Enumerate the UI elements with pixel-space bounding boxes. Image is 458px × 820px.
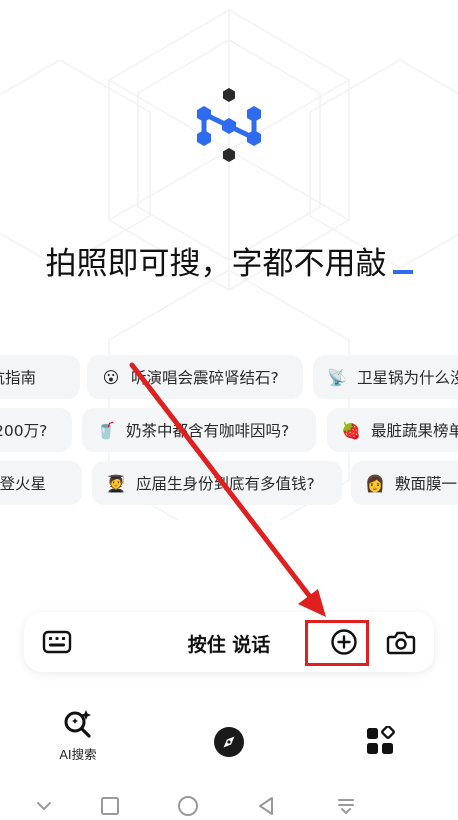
voice-input-bar: 按住 说话 — [24, 612, 434, 672]
recents-icon[interactable] — [98, 794, 122, 818]
chip-label: 避坑指南 — [0, 369, 37, 387]
bubble-tea-icon: 🥤 — [96, 420, 116, 440]
suggestion-row-3: 前登火星 🧑‍🎓 应届生身份到底有多值钱? 👩 敷面膜一 — [0, 461, 458, 505]
apps-grid-icon — [367, 726, 395, 754]
bottom-nav: AI搜索 — [0, 708, 458, 778]
suggestion-chip[interactable]: 🧑‍🎓 应届生身份到底有多值钱? — [92, 461, 342, 505]
back-icon[interactable] — [254, 794, 278, 818]
headline: 拍照即可搜，字都不用敲 — [0, 238, 458, 283]
shocked-face-icon: 😮 — [102, 367, 120, 387]
chip-label: 敷面膜一 — [395, 475, 458, 493]
suggestion-chip[interactable]: 😮 听演唱会震碎肾结石? — [87, 355, 303, 399]
chip-label: 前登火星 — [0, 475, 47, 493]
suggestion-chip[interactable]: 避坑指南 — [0, 355, 80, 399]
notification-pull-icon[interactable] — [334, 794, 358, 818]
suggestion-row-1: 避坑指南 😮 听演唱会震碎肾结石? 📡 卫星锅为什么没 — [0, 355, 458, 399]
chip-label: 应届生身份到底有多值钱? — [136, 475, 315, 493]
chip-label: 奶茶中都含有咖啡因吗? — [126, 422, 290, 440]
headline-text: 拍照即可搜，字都不用敲 — [45, 246, 387, 282]
camera-icon[interactable] — [386, 628, 416, 656]
app-logo — [197, 88, 261, 162]
system-nav-bar — [0, 790, 458, 820]
chevron-down-icon[interactable] — [32, 794, 56, 818]
chip-label: 卫星锅为什么没 — [357, 369, 458, 387]
nav-ai-search[interactable]: AI搜索 — [54, 708, 102, 763]
suggestion-chip[interactable]: 前登火星 — [0, 461, 82, 505]
chip-label: 200万? — [0, 422, 48, 440]
chip-label: 最脏蔬果榜单 — [371, 422, 458, 440]
chip-label: 听演唱会震碎肾结石? — [131, 369, 279, 387]
suggestion-chip[interactable]: 📡 卫星锅为什么没 — [313, 355, 458, 399]
suggestion-chip[interactable]: 200万? — [0, 408, 72, 452]
suggestion-chip[interactable]: 🍓 最脏蔬果榜单 — [327, 408, 458, 452]
satellite-dish-icon: 📡 — [327, 367, 347, 387]
hold-to-talk-button[interactable]: 按住 说话 — [24, 630, 434, 657]
nav-ai-search-label: AI搜索 — [59, 747, 97, 762]
ai-search-icon — [64, 710, 91, 738]
strawberry-icon: 🍓 — [341, 420, 361, 440]
nav-discover[interactable] — [212, 726, 246, 758]
nav-apps[interactable] — [364, 726, 396, 756]
compass-icon — [214, 727, 244, 757]
text-cursor — [392, 270, 413, 274]
graduate-icon: 🧑‍🎓 — [106, 473, 126, 493]
suggestion-chip[interactable]: 🥤 奶茶中都含有咖啡因吗? — [82, 408, 316, 452]
woman-face-icon: 👩 — [365, 473, 385, 493]
home-icon[interactable] — [176, 794, 200, 818]
suggestion-row-2: 200万? 🥤 奶茶中都含有咖啡因吗? 🍓 最脏蔬果榜单 — [0, 408, 458, 452]
annotation-highlight-box — [305, 620, 369, 666]
suggestion-chip[interactable]: 👩 敷面膜一 — [351, 461, 458, 505]
